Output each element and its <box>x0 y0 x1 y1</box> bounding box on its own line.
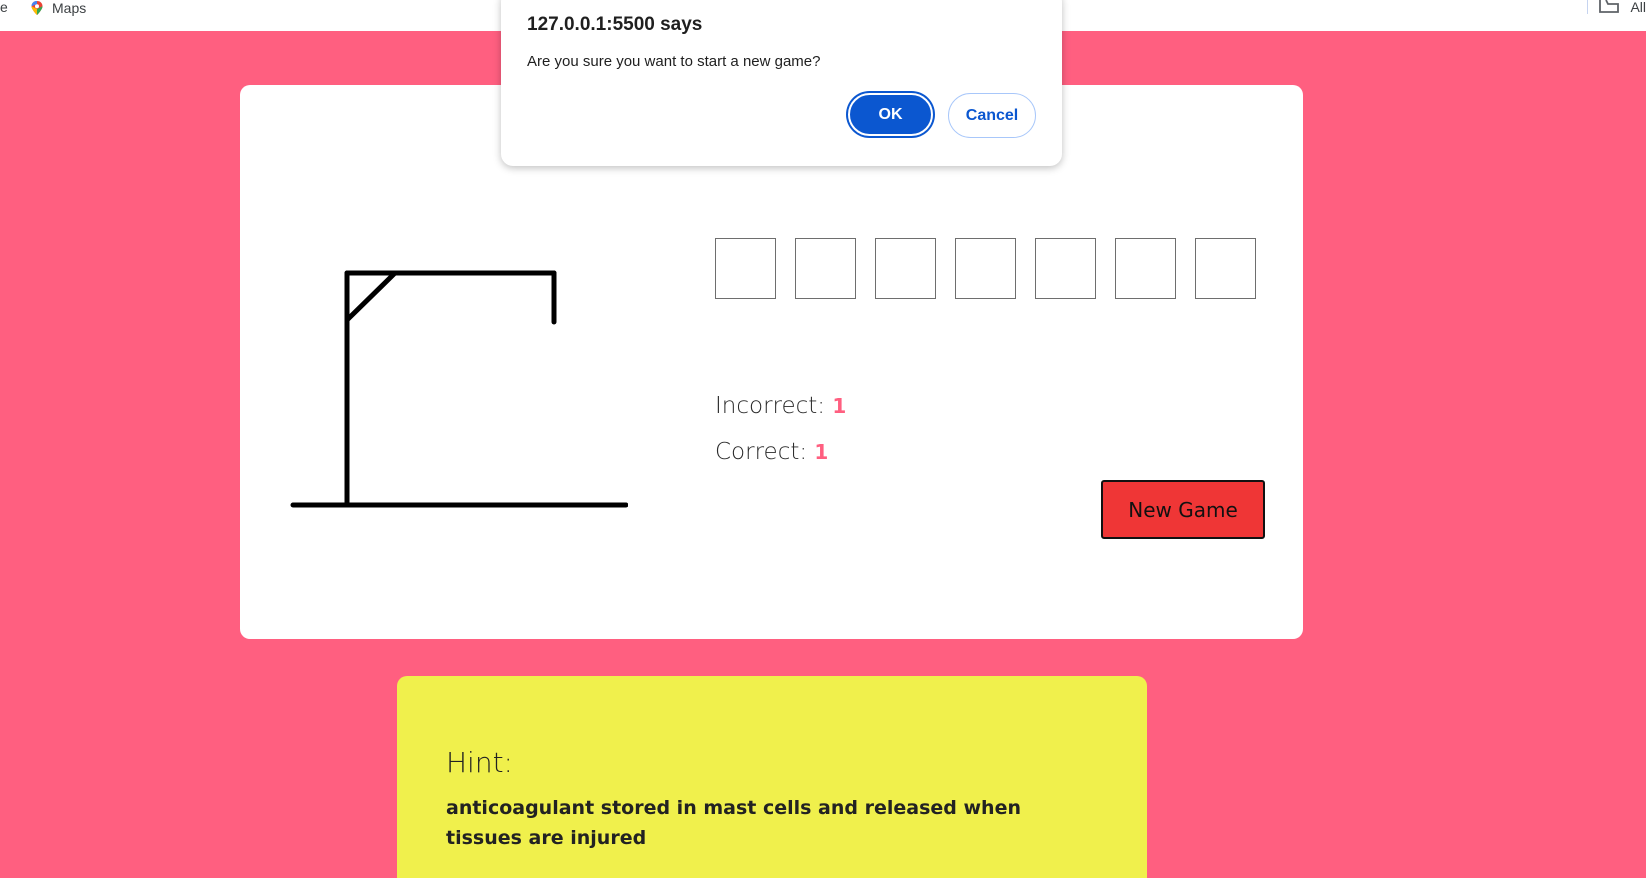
hint-card: Hint: anticoagulant stored in mast cells… <box>397 676 1147 878</box>
letter-box <box>1035 238 1096 299</box>
bookmark-partial[interactable]: e <box>0 0 8 14</box>
dialog-message: Are you sure you want to start a new gam… <box>527 53 821 70</box>
all-bookmarks[interactable]: All <box>1587 0 1646 14</box>
confirm-dialog: 127.0.0.1:5500 says Are you sure you wan… <box>501 0 1062 166</box>
maps-pin-icon <box>31 1 43 15</box>
all-bookmarks-label: All <box>1630 0 1646 15</box>
word-letters <box>715 238 1256 299</box>
correct-count: Correct: 1 <box>715 439 828 465</box>
correct-label: Correct: <box>715 439 808 465</box>
incorrect-value: 1 <box>832 394 847 418</box>
ok-button[interactable]: OK <box>848 93 933 136</box>
correct-value: 1 <box>814 440 829 464</box>
letter-box <box>715 238 776 299</box>
gallows-drawing <box>290 270 628 508</box>
hint-title: Hint: <box>446 746 513 779</box>
letter-box <box>1195 238 1256 299</box>
cancel-button[interactable]: Cancel <box>948 93 1036 138</box>
gallows-brace <box>344 270 398 323</box>
bookmark-maps-label: Maps <box>52 0 87 16</box>
incorrect-count: Incorrect: 1 <box>715 393 846 419</box>
new-game-button[interactable]: New Game <box>1101 480 1265 539</box>
letter-box <box>875 238 936 299</box>
game-card: Incorrect: 1 Correct: 1 New Game <box>240 85 1303 639</box>
bookmarks-divider <box>1587 0 1589 14</box>
bookmark-maps[interactable]: Maps <box>30 0 86 16</box>
letter-box <box>795 238 856 299</box>
letter-box <box>1115 238 1176 299</box>
incorrect-label: Incorrect: <box>715 393 826 419</box>
folder-icon <box>1599 0 1620 13</box>
dialog-title: 127.0.0.1:5500 says <box>527 14 703 35</box>
letter-box <box>955 238 1016 299</box>
hint-text: anticoagulant stored in mast cells and r… <box>446 797 1022 849</box>
